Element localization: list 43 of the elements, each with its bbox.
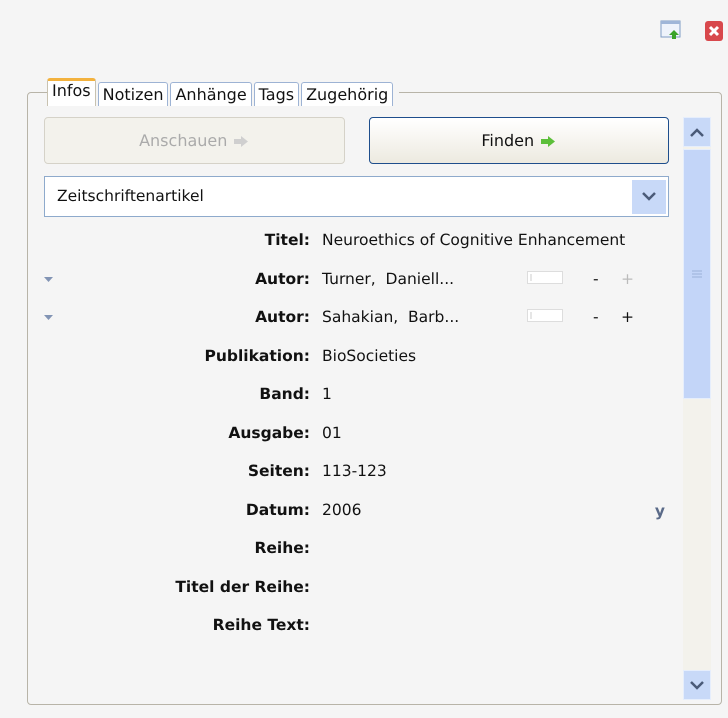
button[interactable]: Finden <box>368 117 669 164</box>
add-author-button[interactable]: + <box>621 306 649 330</box>
field-label: Titel der Reihe: <box>174 576 310 598</box>
author-name[interactable]: Sahakian, Barb... <box>322 306 527 330</box>
field-label: Ausgabe: <box>227 422 310 444</box>
close-icon[interactable] <box>704 20 724 42</box>
field-label: Publikation: <box>204 346 310 367</box>
field-mode-icon[interactable] <box>527 309 563 322</box>
tab[interactable]: Anhänge <box>170 82 252 106</box>
remove-author-button[interactable]: - <box>593 268 621 291</box>
date-format-marker: y <box>654 500 665 522</box>
field-value[interactable]: 1 <box>322 384 669 406</box>
chevron-down-icon <box>690 680 704 690</box>
field-value[interactable]: 01 <box>322 422 669 444</box>
tab[interactable]: Tags <box>254 82 300 106</box>
field-label: Band: <box>258 384 310 406</box>
tab[interactable]: Infos <box>47 78 96 106</box>
field-label: Titel: <box>264 230 310 252</box>
field-label: Reihe: <box>253 538 310 560</box>
field-value[interactable]: 2006 <box>322 500 362 523</box>
expand-triangle-icon[interactable] <box>44 315 53 320</box>
tab[interactable]: Notizen <box>98 82 168 106</box>
expand-triangle-icon[interactable] <box>44 276 53 282</box>
field-label: Datum: <box>244 500 310 521</box>
field-value[interactable]: 113-123 <box>322 461 669 483</box>
field-label: Autor: <box>254 268 310 290</box>
author-name[interactable]: Turner, Daniell... <box>322 268 527 291</box>
field-value[interactable]: Neuroethics of Cognitive Enhancement <box>322 230 669 252</box>
field-label: Autor: <box>254 307 310 328</box>
chevron-up-icon <box>690 128 704 137</box>
field-label: Seiten: <box>246 461 310 482</box>
scrollbar[interactable] <box>683 117 711 700</box>
chevron-down-icon <box>642 192 656 202</box>
remove-author-button[interactable]: - <box>593 306 621 330</box>
grip-icon <box>692 270 702 278</box>
dropdown-value: Zeitschriftenartikel <box>57 186 204 208</box>
field-value[interactable]: BioSocieties <box>322 346 669 368</box>
field-label: Reihe Text: <box>212 615 310 636</box>
tab[interactable]: Zugehörig <box>301 82 394 106</box>
item-type-dropdown[interactable]: Zeitschriftenartikel <box>44 176 669 218</box>
field-mode-icon[interactable] <box>527 270 563 284</box>
arrow-right-icon <box>540 134 556 148</box>
arrow-right-icon <box>233 134 250 148</box>
